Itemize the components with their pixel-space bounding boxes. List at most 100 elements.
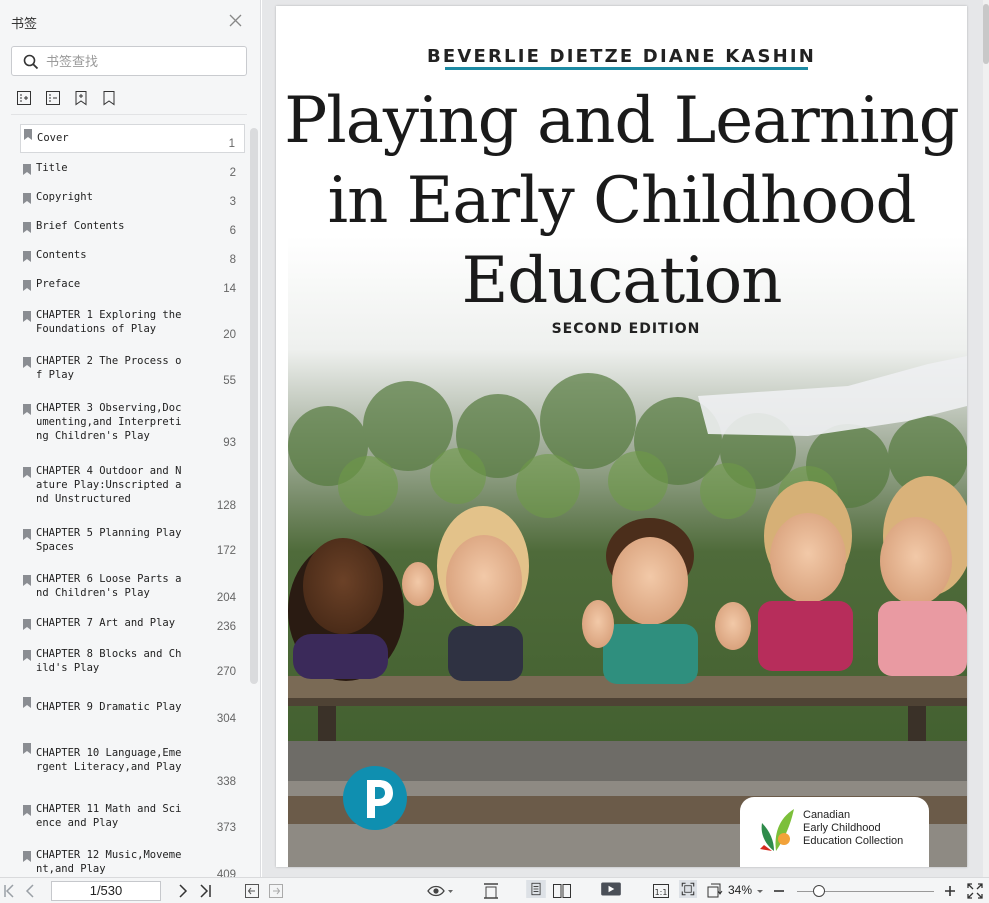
bookmark-page: 6	[229, 225, 236, 237]
zoom-level[interactable]: 34%	[728, 883, 752, 897]
bookmark-page: 236	[216, 621, 236, 633]
cover-authors: BEVERLIE DIETZE DIANE KASHIN	[426, 46, 817, 67]
bookmark-item[interactable]: CHAPTER 8 Blocks and Child's Play 270	[20, 646, 245, 684]
bookmark-label: CHAPTER 12 Music,Movement,and Play	[36, 849, 182, 875]
sidebar-scrollbar-thumb[interactable]	[250, 128, 258, 684]
bookmark-search-input[interactable]	[46, 52, 236, 70]
bookmark-label: CHAPTER 7 Art and Play	[36, 617, 176, 629]
bookmark-search-box[interactable]	[11, 46, 247, 76]
bookmark-item[interactable]: CHAPTER 2 The Process of Play 55	[20, 353, 245, 391]
bookmark-item[interactable]: CHAPTER 11 Math and Science and Play 373	[20, 801, 245, 841]
bookmark-flag-icon	[23, 650, 31, 661]
back-view-icon[interactable]	[244, 882, 260, 900]
bookmark-page: 8	[229, 254, 236, 266]
bookmark-page: 14	[223, 283, 236, 295]
panel-title: 书签	[11, 16, 38, 31]
bookmark-flag-icon	[23, 404, 31, 415]
fullscreen-icon[interactable]	[966, 882, 984, 900]
title-line-2: in Early Childhood	[327, 164, 917, 238]
cover-edition: SECOND EDITION	[551, 321, 701, 337]
bookmark-label: Contents	[36, 249, 87, 261]
bookmark-flag-icon	[23, 193, 31, 204]
bookmark-item[interactable]: Contents 8	[20, 247, 245, 271]
read-mode-eye-icon[interactable]	[426, 882, 454, 900]
bookmark-label: Brief Contents	[36, 220, 125, 232]
bookmark-page: 3	[229, 196, 236, 208]
bookmark-page: 1	[228, 138, 235, 150]
actual-size-icon[interactable]: 1:1	[652, 882, 670, 900]
bookmark-item[interactable]: Cover 1	[20, 124, 245, 153]
collection-badge: Canadian Early Childhood Education Colle…	[740, 797, 929, 867]
bookmark-item[interactable]: Title 2	[20, 160, 245, 184]
page-number-input[interactable]: 1/530	[51, 881, 161, 901]
svg-text:1:1: 1:1	[655, 888, 668, 897]
zoom-in-icon[interactable]	[943, 882, 957, 900]
last-page-icon[interactable]	[199, 882, 213, 900]
bookmark-label: CHAPTER 6 Loose Parts and Children's Pla…	[36, 573, 182, 599]
bookmark-item[interactable]: CHAPTER 6 Loose Parts and Children's Pla…	[20, 571, 245, 609]
single-page-icon[interactable]	[524, 880, 548, 898]
bookmark-page: 338	[216, 776, 236, 788]
bookmark-label: Preface	[36, 278, 81, 290]
slideshow-play-icon[interactable]	[598, 880, 624, 898]
pearson-logo	[343, 766, 407, 830]
fit-width-icon[interactable]	[677, 880, 699, 898]
leaf-logo-icon	[760, 809, 794, 851]
bookmark-item[interactable]: Preface 14	[20, 276, 245, 300]
bookmark-label: CHAPTER 2 The Process of Play	[36, 355, 182, 381]
bookmark-label: CHAPTER 3 Observing,Documenting,and Inte…	[36, 402, 182, 442]
bookmark-item[interactable]: CHAPTER 4 Outdoor and Nature Play:Unscri…	[20, 463, 245, 517]
bookmark-flag-icon	[23, 851, 31, 862]
authors-underline	[445, 67, 808, 70]
bookmark-flag-icon	[23, 697, 31, 708]
close-icon[interactable]	[229, 14, 242, 27]
next-page-icon[interactable]	[177, 882, 189, 900]
bookmark-label: CHAPTER 1 Exploring the Foundations of P…	[36, 309, 182, 335]
bookmark-flag-icon	[23, 467, 31, 478]
bookmark-item[interactable]: CHAPTER 12 Music,Movement,and Play 409	[20, 847, 245, 877]
bookmark-label: Title	[36, 162, 68, 174]
cover-title: Playing and Learning in Early Childhood …	[276, 81, 967, 321]
bookmark-page: 270	[216, 666, 236, 678]
bookmark-flag-icon	[23, 743, 31, 754]
previous-page-icon[interactable]	[24, 882, 36, 900]
bookmark-item[interactable]: CHAPTER 3 Observing,Documenting,and Inte…	[20, 400, 245, 454]
fit-page-icon[interactable]	[482, 882, 500, 900]
bookmark-label: CHAPTER 10 Language,Emergent Literacy,an…	[36, 747, 182, 773]
divider	[11, 114, 247, 115]
forward-view-icon[interactable]	[268, 882, 284, 900]
first-page-icon[interactable]	[3, 882, 15, 900]
bookmark-item[interactable]: Brief Contents 6	[20, 218, 245, 242]
bookmark-icon[interactable]	[101, 90, 119, 108]
bookmark-label: CHAPTER 4 Outdoor and Nature Play:Unscri…	[36, 465, 182, 505]
bookmark-item[interactable]: CHAPTER 10 Language,Emergent Literacy,an…	[20, 739, 245, 793]
zoom-out-icon[interactable]	[772, 882, 786, 900]
search-icon	[23, 54, 39, 70]
zoom-slider-handle[interactable]	[813, 885, 825, 897]
bookmark-flag-icon	[23, 357, 31, 368]
zoom-dropdown-icon[interactable]	[756, 882, 764, 900]
bookmark-flag-icon	[23, 529, 31, 540]
bookmark-page: 20	[223, 329, 236, 341]
collapse-all-icon[interactable]	[45, 90, 63, 108]
bookmark-page: 409	[216, 869, 236, 877]
pdf-page: BEVERLIE DIETZE DIANE KASHIN Playing and…	[276, 6, 967, 867]
bookmark-page: 304	[216, 713, 236, 725]
bookmark-item[interactable]: CHAPTER 9 Dramatic Play 304	[20, 693, 245, 731]
bookmark-item[interactable]: CHAPTER 1 Exploring the Foundations of P…	[20, 307, 245, 345]
bookmark-flag-icon	[23, 805, 31, 816]
expand-all-icon[interactable]	[16, 90, 34, 108]
bookmark-label: Cover	[37, 132, 69, 144]
bookmark-item[interactable]: CHAPTER 5 Planning Play Spaces 172	[20, 525, 245, 563]
bookmark-flag-icon	[23, 222, 31, 233]
rotate-icon[interactable]	[705, 882, 723, 900]
add-bookmark-icon[interactable]	[73, 90, 91, 108]
two-page-icon[interactable]	[552, 882, 572, 900]
bookmark-label: CHAPTER 5 Planning Play Spaces	[36, 527, 182, 553]
document-scrollbar[interactable]	[983, 0, 989, 877]
bookmark-list: Cover 1 Title 2 Copyright 3 Brief Conten…	[0, 120, 250, 877]
bookmark-page: 128	[216, 500, 236, 512]
title-line-1: Playing and Learning	[284, 84, 960, 158]
bookmark-item[interactable]: CHAPTER 7 Art and Play 236	[20, 615, 245, 639]
bookmark-item[interactable]: Copyright 3	[20, 189, 245, 213]
